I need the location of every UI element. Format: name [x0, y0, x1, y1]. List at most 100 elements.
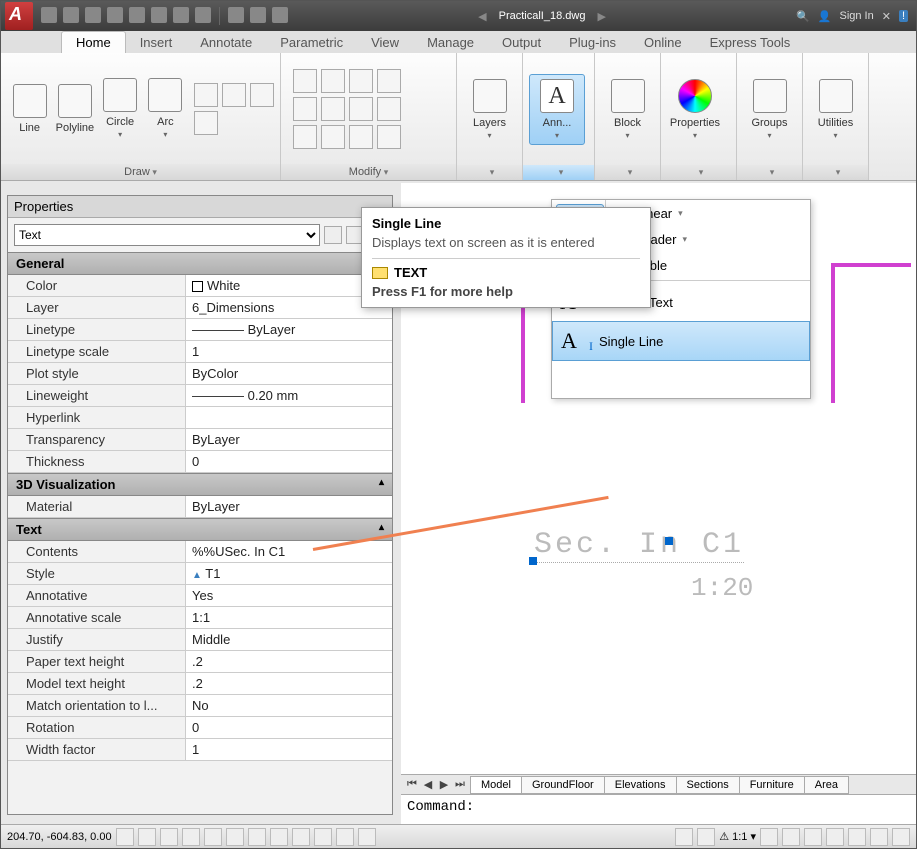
grip-icon[interactable] — [529, 557, 537, 565]
prop-val-ltscale[interactable]: 1 — [186, 341, 392, 362]
qat-plot-icon[interactable] — [129, 7, 145, 23]
qat-print-icon[interactable] — [151, 7, 167, 23]
tab-manage[interactable]: Manage — [413, 32, 488, 53]
properties-button[interactable]: Properties▾ — [667, 75, 723, 144]
object-type-select[interactable]: Text — [14, 224, 320, 246]
scale-icon[interactable] — [321, 125, 345, 149]
dyn-icon[interactable] — [270, 828, 288, 846]
panel-drop-layers[interactable] — [457, 165, 522, 180]
tpy-icon[interactable] — [314, 828, 332, 846]
coordinates-readout[interactable]: 204.70, -604.83, 0.00 — [7, 831, 112, 843]
stretch-icon[interactable] — [293, 125, 317, 149]
section-text-header[interactable]: Text▴ — [8, 518, 392, 541]
layout-tab-groundfloor[interactable]: GroundFloor — [521, 776, 605, 794]
annotation-button[interactable]: AAnn...▾ — [529, 74, 585, 145]
tab-express[interactable]: Express Tools — [696, 32, 805, 53]
prop-val-linetype[interactable]: ———— ByLayer — [186, 319, 392, 340]
layout-tab-area[interactable]: Area — [804, 776, 849, 794]
search-icon[interactable]: 🔍 — [796, 10, 810, 23]
annoauto-icon[interactable] — [782, 828, 800, 846]
layout-tab-furniture[interactable]: Furniture — [739, 776, 805, 794]
panel-drop-properties[interactable] — [661, 165, 736, 180]
prop-val-matchorient[interactable]: No — [186, 695, 392, 716]
drawing-text-object[interactable]: Sec. In C1 — [534, 528, 744, 563]
tab-home[interactable]: Home — [61, 31, 126, 53]
prop-val-paperheight[interactable]: .2 — [186, 651, 392, 672]
grid-icon[interactable] — [138, 828, 156, 846]
tab-next-icon[interactable]: ▶ — [437, 778, 451, 791]
line-button[interactable]: Line — [7, 80, 52, 138]
annoscale-readout[interactable]: ⚠ 1:1 ▾ — [719, 830, 756, 843]
fillet-icon[interactable] — [349, 97, 373, 121]
prop-val-thickness[interactable]: 0 — [186, 451, 392, 472]
qat-open-icon[interactable] — [63, 7, 79, 23]
trim-icon[interactable] — [349, 69, 373, 93]
arc-button[interactable]: Arc ▾ — [143, 74, 188, 143]
prop-val-transparency[interactable]: ByLayer — [186, 429, 392, 450]
panel-drop-groups[interactable] — [737, 165, 802, 180]
prop-val-plotstyle[interactable]: ByColor — [186, 363, 392, 384]
prop-val-lineweight[interactable]: ———— 0.20 mm — [186, 385, 392, 406]
annovis-icon[interactable] — [760, 828, 778, 846]
help-icon[interactable]: ! — [899, 10, 908, 22]
app-logo-icon[interactable] — [5, 2, 33, 30]
workspace-icon[interactable] — [804, 828, 822, 846]
rect-icon[interactable] — [194, 83, 218, 107]
panel-label-modify[interactable]: Modify — [281, 164, 456, 180]
user-icon[interactable]: 👤 — [818, 10, 832, 23]
sc-icon[interactable] — [358, 828, 376, 846]
single-line-text-item[interactable]: AI Single Line — [552, 321, 810, 361]
tab-insert[interactable]: Insert — [126, 32, 187, 53]
prop-val-material[interactable]: ByLayer — [186, 496, 392, 517]
panel-drop-ann[interactable] — [523, 165, 594, 180]
tab-annotate[interactable]: Annotate — [186, 32, 266, 53]
hatch-icon[interactable] — [194, 111, 218, 135]
section-3dviz-header[interactable]: 3D Visualization▴ — [8, 473, 392, 496]
tab-last-icon[interactable]: ⏭ — [453, 778, 467, 791]
qat-cloud-icon[interactable] — [272, 7, 288, 23]
tab-prev-icon[interactable]: ◀ — [421, 778, 435, 791]
rotate-icon[interactable] — [321, 69, 345, 93]
clean-screen-icon[interactable] — [892, 828, 910, 846]
exchange-icon[interactable]: ✕ — [882, 10, 891, 23]
spline-icon[interactable] — [222, 83, 246, 107]
quick-view-icon[interactable] — [697, 828, 715, 846]
array-icon[interactable] — [377, 97, 401, 121]
tab-online[interactable]: Online — [630, 32, 696, 53]
prop-val-annotative[interactable]: Yes — [186, 585, 392, 606]
tab-plugins[interactable]: Plug-ins — [555, 32, 630, 53]
prop-val-hyperlink[interactable] — [186, 407, 392, 428]
qat-redo-icon[interactable] — [195, 7, 211, 23]
polar-icon[interactable] — [182, 828, 200, 846]
tab-parametric[interactable]: Parametric — [266, 32, 357, 53]
drawing-scale-text[interactable]: 1:20 — [691, 573, 753, 603]
layout-tab-elevations[interactable]: Elevations — [604, 776, 677, 794]
quickselect-icon[interactable] — [324, 226, 342, 244]
tab-view[interactable]: View — [357, 32, 413, 53]
ducs-icon[interactable] — [248, 828, 266, 846]
erase-icon[interactable] — [377, 125, 401, 149]
model-space-icon[interactable] — [675, 828, 693, 846]
hardware-accel-icon[interactable] — [848, 828, 866, 846]
prop-val-widthfactor[interactable]: 1 — [186, 739, 392, 760]
prop-val-justify[interactable]: Middle — [186, 629, 392, 650]
snap-icon[interactable] — [116, 828, 134, 846]
sign-in-link[interactable]: Sign In — [839, 10, 873, 22]
qat-layout-icon[interactable] — [228, 7, 244, 23]
panel-drop-utilities[interactable] — [803, 165, 868, 180]
offset-icon[interactable] — [349, 125, 373, 149]
polyline-button[interactable]: Polyline — [52, 80, 97, 138]
move-icon[interactable] — [293, 69, 317, 93]
prop-val-contents[interactable]: %%USec. In C1 — [186, 541, 392, 562]
groups-button[interactable]: Groups▾ — [743, 75, 796, 144]
circle-button[interactable]: Circle ▾ — [98, 74, 143, 143]
section-general-header[interactable]: General▴ — [8, 252, 392, 275]
prop-val-rotation[interactable]: 0 — [186, 717, 392, 738]
prop-val-style[interactable]: ▲ T1 — [186, 563, 392, 584]
layout-tab-sections[interactable]: Sections — [676, 776, 740, 794]
osnap-icon[interactable] — [204, 828, 222, 846]
ortho-icon[interactable] — [160, 828, 178, 846]
otrack-icon[interactable] — [226, 828, 244, 846]
command-line[interactable]: Command: — [401, 794, 916, 824]
qat-save-icon[interactable] — [85, 7, 101, 23]
